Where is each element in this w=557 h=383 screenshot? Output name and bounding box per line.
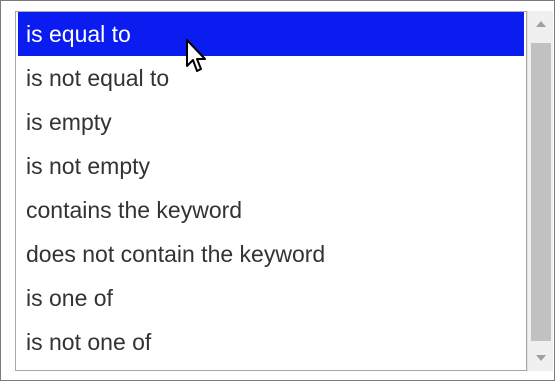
operator-options-list[interactable]: is equal to is not equal to is empty is … [15,11,527,371]
option-is-one-of[interactable]: is one of [18,276,524,320]
option-is-not-empty[interactable]: is not empty [18,144,524,188]
vertical-scrollbar[interactable] [527,11,553,371]
option-is-not-equal-to[interactable]: is not equal to [18,56,524,100]
option-is-equal-to[interactable]: is equal to [18,12,524,56]
option-is-not-one-of[interactable]: is not one of [18,320,524,364]
scroll-up-arrow-icon[interactable] [528,11,554,37]
option-contains-the-keyword[interactable]: contains the keyword [18,188,524,232]
scroll-down-arrow-icon[interactable] [528,345,554,371]
option-does-not-contain-the-keyword[interactable]: does not contain the keyword [18,232,524,276]
operator-dropdown: is equal to is not equal to is empty is … [0,0,555,381]
scroll-thumb[interactable] [531,43,551,341]
option-is-empty[interactable]: is empty [18,100,524,144]
